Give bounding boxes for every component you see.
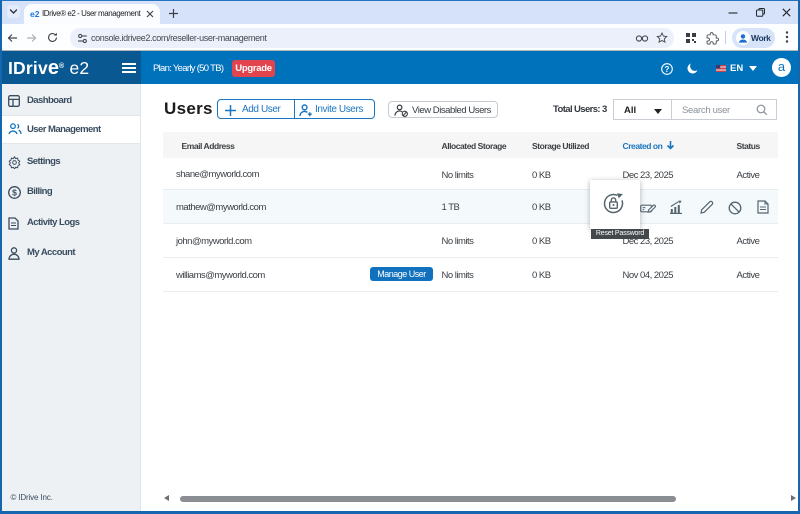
- svg-text:?: ?: [664, 64, 669, 73]
- svg-text:$: $: [12, 187, 17, 197]
